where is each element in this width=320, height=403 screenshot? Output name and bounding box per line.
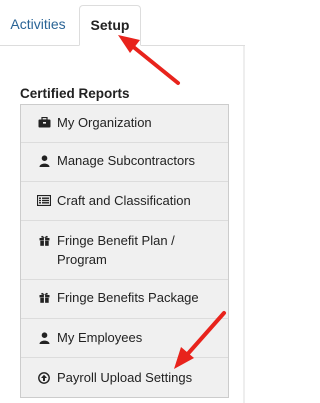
upload-circle-icon xyxy=(37,368,51,387)
user-icon xyxy=(37,151,51,170)
menu-item-label: My Organization xyxy=(57,115,152,130)
menu-divider xyxy=(21,181,228,182)
setup-panel: Activities Setup Certified Reports My Or… xyxy=(0,0,245,403)
menu-divider xyxy=(21,318,228,319)
tab-activities[interactable]: Activities xyxy=(0,5,76,45)
menu-item-label: Fringe Benefit Plan / Program xyxy=(57,233,175,267)
menu-item-label: Manage Subcontractors xyxy=(57,153,196,168)
certified-reports-menu: My Organization Manage Subcontractors Cr… xyxy=(20,104,229,398)
menu-item-payroll-upload-settings[interactable]: Payroll Upload Settings xyxy=(21,368,228,387)
tab-bar: Activities Setup xyxy=(0,0,245,46)
list-icon xyxy=(37,191,51,210)
menu-item-craft-and-classification[interactable]: Craft and Classification xyxy=(21,191,228,210)
user-icon xyxy=(37,328,51,347)
menu-item-manage-subcontractors[interactable]: Manage Subcontractors xyxy=(21,151,228,170)
menu-item-label: Fringe Benefits Package xyxy=(57,290,199,305)
menu-divider xyxy=(21,279,228,280)
section-title: Certified Reports xyxy=(20,86,130,101)
menu-item-label: My Employees xyxy=(57,330,143,345)
menu-item-my-employees[interactable]: My Employees xyxy=(21,328,228,347)
gift-icon xyxy=(37,288,51,307)
gift-icon xyxy=(37,231,51,250)
tab-setup[interactable]: Setup xyxy=(79,5,141,46)
menu-item-fringe-benefits-package[interactable]: Fringe Benefits Package xyxy=(21,288,228,307)
menu-item-label: Craft and Classification xyxy=(57,193,191,208)
menu-divider xyxy=(21,142,228,143)
menu-item-fringe-benefit-plan[interactable]: Fringe Benefit Plan / Program xyxy=(21,231,228,269)
briefcase-icon xyxy=(37,113,51,132)
menu-item-label: Payroll Upload Settings xyxy=(57,370,193,385)
panel-edge xyxy=(243,46,245,403)
menu-divider xyxy=(21,220,228,221)
menu-divider xyxy=(21,357,228,358)
menu-item-my-organization[interactable]: My Organization xyxy=(21,113,228,132)
